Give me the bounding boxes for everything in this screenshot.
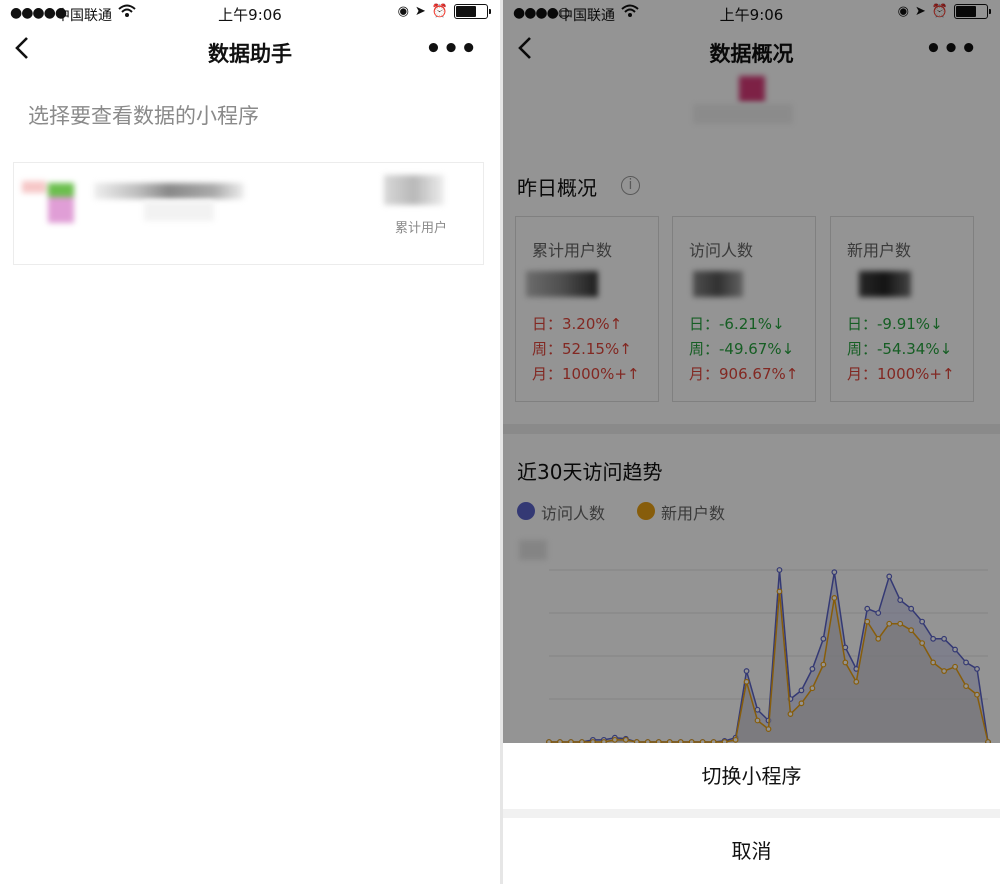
app-name-redacted <box>94 183 244 199</box>
action-sheet: 切换小程序 取消 <box>503 743 1000 884</box>
switch-mini-program-button[interactable]: 切换小程序 <box>503 743 1000 809</box>
user-count-redacted <box>384 175 444 205</box>
right-screen: ●●●●○ 中国联通 上午9:06 ◉ ➤ ⏰ 数据概况 ••• 昨日概况 i <box>503 0 1000 884</box>
nav-bar: 数据助手 ••• <box>0 26 500 76</box>
battery-icon <box>454 4 491 19</box>
status-icons: ◉ ➤ ⏰ <box>397 4 491 19</box>
cumulative-users-label: 累计用户 <box>394 221 447 236</box>
app-desc-redacted <box>144 201 214 221</box>
more-menu-button[interactable]: ••• <box>425 34 478 64</box>
status-bar: ●●●●● 中国联通 上午9:06 ◉ ➤ ⏰ <box>0 0 500 26</box>
alarm-icon: ⏰ <box>431 4 448 19</box>
select-prompt: 选择要查看数据的小程序 <box>28 104 259 128</box>
rotation-lock-icon: ◉ <box>397 4 409 19</box>
left-screen: ●●●●● 中国联通 上午9:06 ◉ ➤ ⏰ 数据助手 ••• 选择要查看数据… <box>0 0 500 884</box>
app-logo-image <box>22 181 74 231</box>
cancel-button[interactable]: 取消 <box>503 818 1000 884</box>
mini-program-card[interactable]: 累计用户 <box>13 162 484 265</box>
location-icon: ➤ <box>414 4 426 19</box>
